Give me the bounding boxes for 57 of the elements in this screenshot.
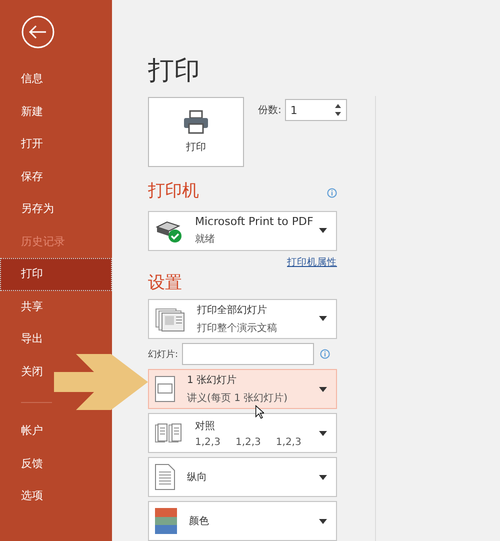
caret-icon [319, 518, 327, 524]
option-title: 纵向 [187, 471, 208, 484]
option-title: 对照 [195, 420, 216, 433]
collate-order: 1,2,3 [195, 436, 220, 448]
sidebar-item[interactable]: 共享 [0, 290, 47, 323]
printer-name: Microsoft Print to PDF [195, 215, 314, 228]
collate-order: 1,2,3 [235, 436, 261, 448]
option-description: 讲义(每页 1 张幻灯片) [187, 392, 289, 406]
back-icon[interactable] [21, 15, 55, 49]
sidebar-item[interactable]: 新建 [0, 96, 47, 128]
printer-ready-icon [155, 218, 183, 243]
settings-dropdown[interactable]: 对照 1,2,3 1,2,3 1,2,3 [148, 413, 337, 454]
page-title: 打印 [148, 55, 201, 88]
info-icon[interactable] [320, 349, 330, 360]
slides-label: 幻灯片: [148, 348, 178, 361]
copies-spinner[interactable]: 1 [285, 99, 348, 121]
caret-icon [319, 386, 327, 392]
sidebar-item[interactable]: 另存为 [0, 193, 58, 226]
option-title: 打印全部幻灯片 [197, 304, 268, 317]
printer-dropdown[interactable]: Microsoft Print to PDF 就绪 [148, 211, 337, 251]
slides-stack-icon [155, 306, 185, 332]
printer-icon [183, 110, 209, 134]
collated-pages-icon [155, 423, 183, 444]
sidebar-item[interactable]: 打开 [0, 128, 47, 160]
mouse-cursor-icon [255, 405, 264, 419]
sidebar-item[interactable]: 选项 [0, 480, 47, 512]
option-title: 1 张幻灯片 [187, 374, 238, 388]
option-title: 颜色 [189, 514, 210, 528]
section-heading: 打印机 [148, 180, 199, 203]
option-description: 打印整个演示文稿 [197, 322, 278, 335]
caret-icon [319, 316, 327, 322]
sidebar-item[interactable]: 打印 [0, 258, 112, 290]
caret-icon [319, 430, 327, 436]
section-heading: 设置 [148, 272, 183, 295]
caret-icon [319, 474, 327, 480]
sidebar-item[interactable]: 帐户 [0, 415, 47, 448]
settings-dropdown[interactable]: 纵向 [148, 457, 337, 498]
sidebar-item[interactable]: 导出 [0, 323, 47, 356]
print-button[interactable]: 打印 [148, 97, 244, 167]
spinner-arrows-icon[interactable] [334, 102, 342, 118]
printer-properties-link[interactable]: 打印机属性 [287, 256, 337, 269]
collate-order: 1,2,3 [276, 436, 302, 448]
color-swatch-icon [155, 508, 177, 534]
copies-label: 份数: [258, 104, 282, 117]
settings-dropdown[interactable]: 打印全部幻灯片 打印整个演示文稿 [148, 298, 337, 339]
slide-page-icon [155, 376, 175, 402]
portrait-page-icon [155, 464, 175, 490]
sidebar-item[interactable]: 保存 [0, 160, 47, 193]
sidebar-item[interactable]: 反馈 [0, 448, 47, 480]
settings-dropdown[interactable]: 1 张幻灯片 讲义(每页 1 张幻灯片) [148, 369, 337, 410]
caret-icon [319, 228, 327, 234]
sidebar-item[interactable]: 关闭 [0, 356, 47, 388]
slides-field[interactable] [182, 343, 314, 366]
info-icon[interactable] [327, 188, 337, 198]
printer-status: 就绪 [195, 232, 216, 246]
sidebar-item[interactable]: 信息 [0, 63, 47, 96]
settings-dropdown[interactable]: 颜色 [148, 501, 337, 541]
